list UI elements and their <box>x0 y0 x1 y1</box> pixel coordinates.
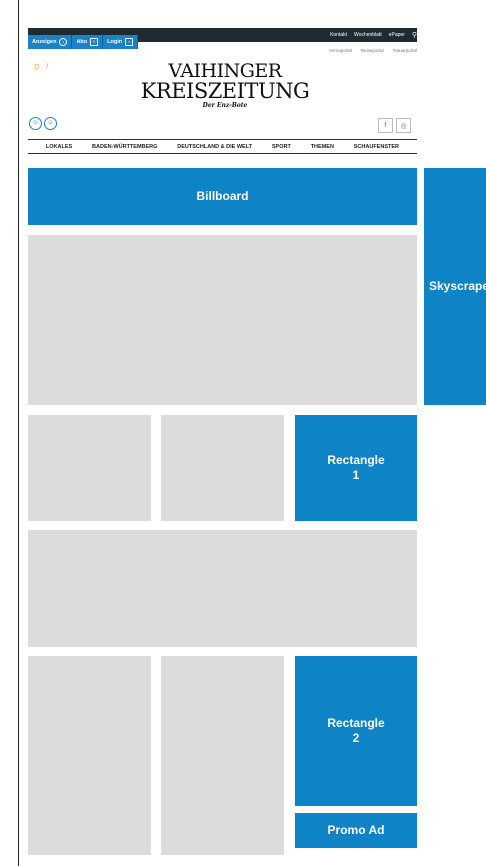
smiley-icon[interactable]: ☺ <box>29 117 42 130</box>
rectangle-1-label: Rectangle <box>327 453 385 467</box>
top-left-buttons: Anzeigen › Abo ≡ Login ▪ <box>28 35 139 49</box>
sun-icon: ☼ <box>32 60 43 72</box>
anzeigen-label: Anzeigen <box>32 39 57 45</box>
logo-line2: KREISZEITUNG <box>140 79 310 103</box>
content-placeholder <box>28 235 417 405</box>
skyscraper-ad[interactable]: Skyscraper <box>424 168 486 405</box>
nav-item-sport[interactable]: SPORT <box>272 144 291 150</box>
rectangle-2-number: 2 <box>352 731 360 745</box>
link-wochenblatt[interactable]: Wochenblatt <box>354 32 382 38</box>
promo-ad[interactable]: Promo Ad <box>295 813 417 848</box>
abo-button[interactable]: Abo ≡ <box>72 35 104 49</box>
skyscraper-label: Skyscraper <box>429 279 486 293</box>
content-placeholder <box>161 415 284 521</box>
content-placeholder <box>28 656 151 855</box>
content-placeholder <box>161 656 284 855</box>
link-kontakt[interactable]: Kontakt <box>330 32 347 38</box>
promo-ad-label: Promo Ad <box>327 823 385 837</box>
link-epaper[interactable]: ePaper <box>389 32 405 38</box>
newspaper-icon: ≡ <box>90 38 99 46</box>
login-button[interactable]: Login ▪ <box>103 35 139 49</box>
billboard-ad[interactable]: Billboard <box>28 168 417 225</box>
nav-item-themen[interactable]: THEMEN <box>311 144 334 150</box>
weather-text: / <box>46 61 49 71</box>
anzeigen-button[interactable]: Anzeigen › <box>28 35 73 49</box>
nav-item-baden-wuerttemberg[interactable]: BADEN-WÜRTTEMBERG <box>92 144 157 150</box>
search-icon[interactable]: ⚲ <box>412 31 417 39</box>
nav-item-schaufenster[interactable]: SCHAUFENSTER <box>354 144 399 150</box>
logo-line3: Der Enz-Bote <box>202 102 248 109</box>
circle-arrow-icon: › <box>59 38 68 46</box>
rectangle-1-number: 1 <box>352 468 360 482</box>
instagram-icon[interactable]: ◎ <box>396 118 411 133</box>
smiley-icon[interactable]: ☺ <box>44 117 57 130</box>
lock-icon: ▪ <box>125 38 134 46</box>
social-links: f ◎ <box>378 118 411 133</box>
content-placeholder <box>28 530 417 647</box>
rectangle-2-ad[interactable]: Rectangle 2 <box>295 656 417 806</box>
rectangle-1-ad[interactable]: Rectangle 1 <box>295 415 417 521</box>
accessibility-icons: ☺ ☺ <box>29 117 57 130</box>
rectangle-2-label: Rectangle <box>327 716 385 730</box>
portal-links: Immoportal Reiseportal Trauerportal <box>329 48 417 53</box>
abo-label: Abo <box>76 39 88 45</box>
facebook-icon[interactable]: f <box>378 118 393 133</box>
top-links: Kontakt Wochenblatt ePaper ⚲ <box>330 28 417 42</box>
nav-item-deutschland-welt[interactable]: DEUTSCHLAND & DIE WELT <box>177 144 252 150</box>
link-trauerportal[interactable]: Trauerportal <box>393 48 417 53</box>
site-logo[interactable]: VAIHINGER KREISZEITUNG Der Enz-Bote <box>130 62 320 109</box>
nav-item-lokales[interactable]: LOKALES <box>46 144 72 150</box>
link-immoportal[interactable]: Immoportal <box>329 48 352 53</box>
content-placeholder <box>28 415 151 521</box>
main-nav: LOKALES BADEN-WÜRTTEMBERG DEUTSCHLAND & … <box>28 139 417 154</box>
link-reiseportal[interactable]: Reiseportal <box>361 48 384 53</box>
weather-widget[interactable]: ☼ / <box>32 60 48 72</box>
billboard-label: Billboard <box>196 189 249 203</box>
login-label: Login <box>107 39 123 45</box>
